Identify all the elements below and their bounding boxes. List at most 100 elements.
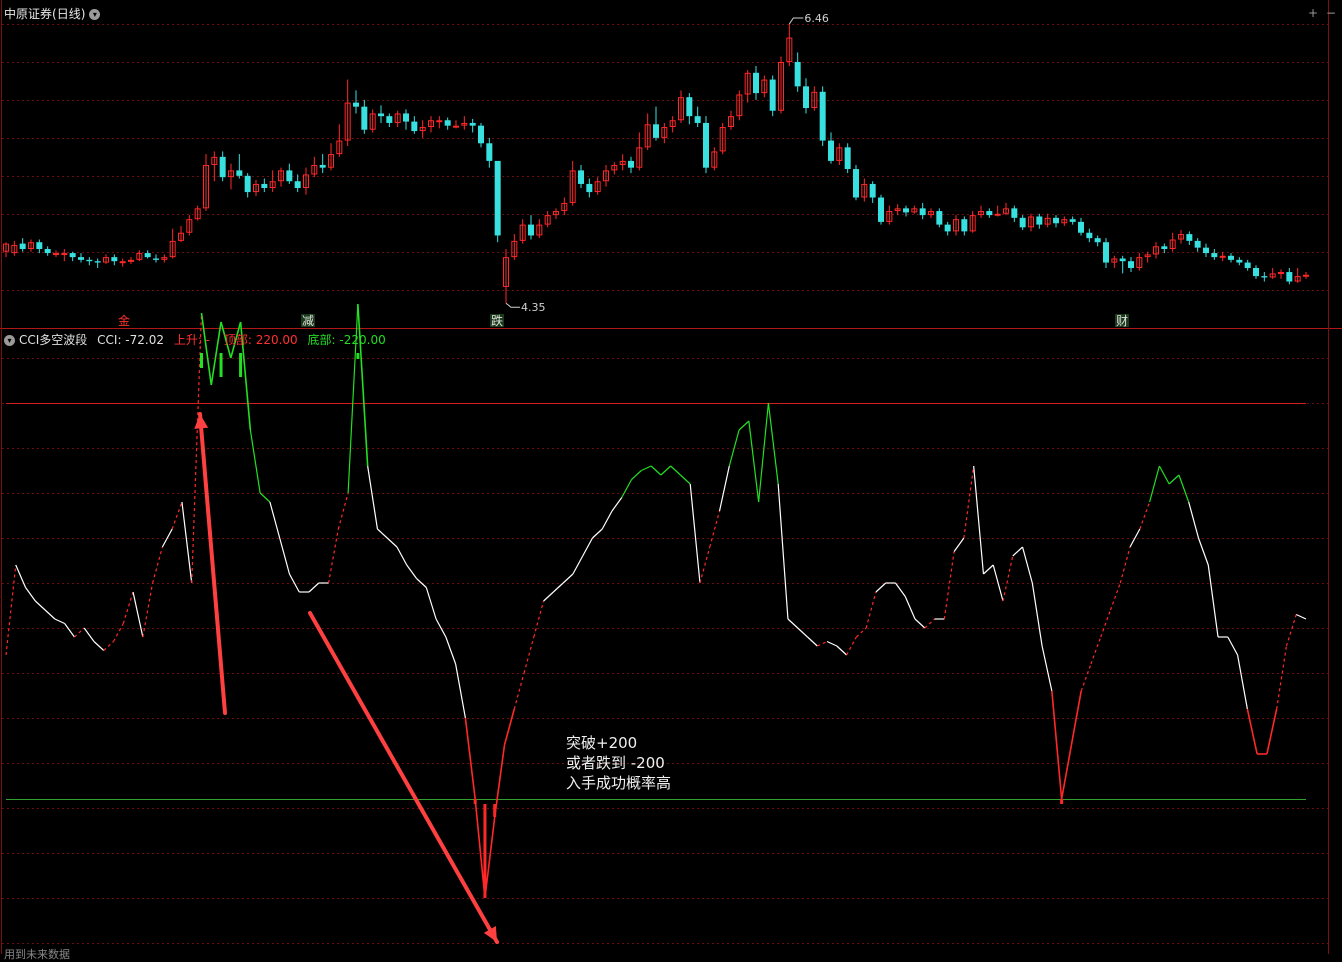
candle-body [986,211,993,216]
candle-body [828,140,834,161]
candle-body [494,160,501,236]
chevron-down-icon[interactable]: ▾ [4,335,15,346]
cci-line-segment [523,636,535,674]
candle-body [703,122,709,168]
zoom-out-button[interactable]: − [1326,6,1336,20]
cci-line-segment [1188,501,1200,539]
candle-body [94,261,101,263]
cci-line-segment [1031,582,1043,647]
candle-body [819,91,826,141]
cci-line-segment [953,537,965,552]
candle-body [528,224,534,236]
candle-body [961,219,968,232]
cci-line-segment [513,672,525,710]
candle-body [386,116,393,123]
arrow-to-bottom-signal [308,611,499,944]
candle-body [769,79,776,111]
cci-line-segment [1100,609,1112,638]
cci-line-segment [680,474,691,485]
cci-line-segment [914,618,926,629]
cci-line-segment [1207,564,1219,638]
cci-line-segment [377,528,388,539]
cci-line-segment [611,497,623,512]
cci-line-segment [74,627,85,638]
cci-line-segment [924,618,935,629]
candle-body [1253,267,1259,277]
candlestick-chart[interactable]: 6.46 4.35 金 减 跌 财 [0,0,1342,954]
candle-body [1086,232,1093,239]
top-value: 顶部: 220.00 [223,333,298,347]
candle-body [1278,272,1284,275]
candle-body [1244,262,1251,268]
cci-line-segment [836,645,848,656]
cci-line-segment [767,402,779,485]
candle-body [1203,247,1209,254]
cci-line-segment [132,591,144,638]
cci-value: CCI: -72.02 [97,333,164,347]
candle-body [36,242,43,250]
cci-line-segment [1236,654,1248,710]
low-marker-leader [505,302,520,308]
candle-body [219,156,226,178]
arrow-to-top-signal-head [194,414,209,429]
candle-body [803,86,809,109]
cci-line-segment [592,528,603,539]
cci-line-segment [112,623,124,642]
candle-body [586,183,593,193]
cci-line-segment [386,537,398,548]
period-label: (日线) [52,7,86,21]
candle-body [478,125,484,144]
cci-line-segment [826,640,838,647]
zoom-in-button[interactable]: + [1308,6,1318,20]
candle-body [694,116,701,123]
cci-line-segment [93,641,105,651]
candle-body [378,113,384,117]
indicator-name: CCI多空波段 [19,333,88,347]
candle-body [628,160,634,168]
cci-line-segment [562,573,574,584]
cci-line-segment [787,618,799,629]
cci-line-segment [327,528,339,584]
cci-line-segment [1158,465,1170,485]
candle-body [1128,261,1134,268]
cci-line-segment [875,582,887,593]
cci-line-segment [200,312,213,386]
cci-line-segment [983,564,994,575]
cci-line-segment [1012,546,1023,557]
cci-line-segment [44,609,56,620]
candle-body [403,113,409,122]
cci-line-segment [406,564,418,579]
cci-line-segment [103,641,114,651]
cci-line-segment [797,627,808,638]
cci-line-segment [963,465,975,539]
cci-line-segment [181,501,193,584]
cci-line-segment [904,596,916,620]
cci-line-segment [425,587,437,620]
cci-line-segment [259,492,271,503]
candle-body [69,253,76,258]
candle-body [86,259,93,262]
candle-body [1161,246,1168,250]
cci-line-segment [718,465,730,512]
cci-line-segment [650,465,662,476]
candle-body [753,72,759,94]
cci-line-segment [1266,708,1278,755]
stock-title: 中原证券 [4,7,53,21]
candle-body [319,164,326,168]
cci-line-segment [308,582,320,593]
candle-body [53,253,59,256]
cci-line-segment [846,636,857,656]
candle-body [578,170,584,184]
cci-line-segment [1246,708,1258,755]
cci-line-segment [249,429,261,494]
cci-line-segment [865,591,877,629]
candle-body [61,253,68,256]
candle-body [261,183,268,189]
candle-body [844,147,851,170]
candle-body [903,208,909,213]
candle-body [1119,258,1126,262]
chevron-down-icon[interactable]: ▾ [89,9,101,20]
candle-body [653,124,659,138]
candle-body [361,106,368,130]
cci-line-segment [1139,501,1151,530]
